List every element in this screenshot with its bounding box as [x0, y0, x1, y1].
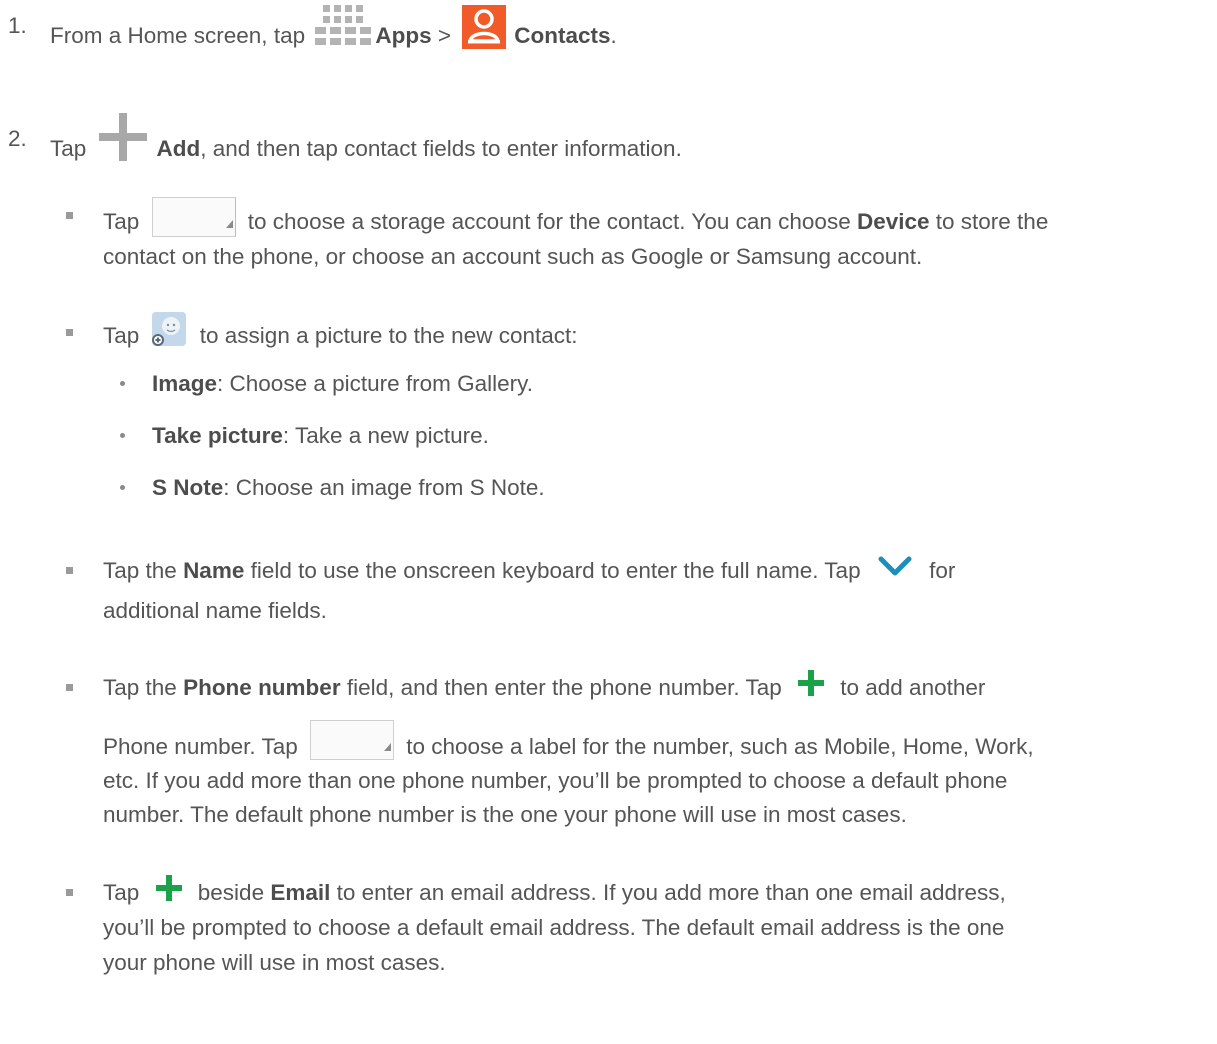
bullet-square: [66, 889, 73, 896]
name-line-2: additional name fields.: [103, 598, 327, 623]
email-line-2: you’ll be prompted to choose a default e…: [103, 915, 1005, 940]
contacts-label: Contacts: [514, 22, 611, 48]
add-green-plus-icon: [798, 670, 824, 697]
storage-text-a: Tap: [103, 208, 146, 234]
step-1-number: 1.: [8, 13, 27, 38]
phone-line-4: number. The default phone number is the …: [103, 802, 907, 827]
add-label: Add: [156, 135, 201, 161]
apps-grid-icon: [314, 3, 372, 51]
phone-text-d: Phone number. Tap: [103, 733, 304, 759]
email-text-c: to enter an email address. If you add mo…: [330, 880, 1006, 905]
picture-text-b: to assign a picture to the new contact:: [193, 322, 578, 348]
email-text-a: Tap: [103, 880, 146, 905]
phone-text-b: field, and then enter the phone number. …: [340, 675, 788, 700]
bullet-dot: [120, 485, 125, 490]
bullet-square: [66, 329, 73, 336]
storage-line-1: Tap to choose a storage account for the …: [103, 197, 1049, 243]
picture-text-a: Tap: [103, 322, 146, 348]
phone-line-3: etc. If you add more than one phone numb…: [103, 768, 1008, 793]
name-label: Name: [183, 558, 245, 583]
bullet-square: [66, 567, 73, 574]
name-line-1: Tap the Name field to use the onscreen k…: [103, 556, 956, 584]
option-take-picture-label: Take picture: [152, 423, 283, 448]
name-text-a: Tap the: [103, 558, 184, 583]
device-label: Device: [856, 208, 930, 234]
dropdown-icon: [309, 720, 394, 760]
option-image: Image: Choose a picture from Gallery.: [152, 371, 533, 397]
add-green-plus-icon: [155, 875, 182, 902]
step-1-text-c: .: [610, 22, 617, 48]
phone-line-2: Phone number. Tap to choose a label for …: [103, 720, 1034, 768]
step-1-text-b: >: [431, 22, 458, 48]
add-plus-icon: [98, 113, 147, 161]
dropdown-icon: [151, 197, 236, 237]
bullet-square: [66, 684, 73, 691]
option-image-label: Image: [152, 371, 218, 396]
phone-number-label: Phone number: [183, 675, 341, 700]
phone-text-e: to choose a label for the number, such a…: [399, 733, 1034, 759]
name-text-b: field to use the onscreen keyboard to en…: [244, 558, 867, 583]
storage-text-b: to choose a storage account for the cont…: [241, 208, 857, 234]
contact-picture-icon: [151, 312, 186, 346]
email-line-3: your phone will use in most cases.: [103, 950, 446, 975]
option-take-picture: Take picture: Take a new picture.: [152, 423, 489, 449]
storage-line-2: contact on the phone, or choose an accou…: [103, 244, 923, 269]
step-2-text: Tap Add, and then tap contact fields to …: [50, 113, 682, 174]
phone-text-a: Tap the: [103, 675, 184, 700]
email-label: Email: [270, 880, 331, 905]
storage-text-c: to store the: [929, 208, 1049, 234]
email-text-b: beside: [191, 880, 271, 905]
option-take-picture-text: : Take a new picture.: [282, 423, 489, 448]
phone-line-1: Tap the Phone number field, and then ent…: [103, 670, 986, 702]
option-s-note-label: S Note: [152, 475, 224, 500]
chevron-down-icon: [877, 554, 913, 578]
email-line-1: Tap beside Email to enter an email addre…: [103, 875, 1006, 907]
bullet-square: [66, 212, 73, 219]
name-text-c: for: [922, 558, 956, 583]
bullet-dot: [120, 433, 125, 438]
step-1-text: From a Home screen, tap Apps > Contacts.: [50, 5, 617, 61]
contacts-icon: [462, 5, 507, 49]
bullet-dot: [120, 381, 125, 386]
step-1-text-a: From a Home screen, tap: [50, 22, 312, 48]
step-2-text-a: Tap: [50, 135, 93, 161]
option-image-text: : Choose a picture from Gallery.: [217, 371, 533, 396]
step-2-number: 2.: [8, 126, 27, 151]
phone-text-c: to add another: [834, 675, 986, 700]
picture-line: Tap to assign a picture to the new conta…: [103, 312, 578, 354]
apps-label: Apps: [375, 22, 432, 48]
option-s-note-text: : Choose an image from S Note.: [223, 475, 545, 500]
step-2-text-b: , and then tap contact fields to enter i…: [200, 135, 682, 161]
option-s-note: S Note: Choose an image from S Note.: [152, 475, 545, 501]
